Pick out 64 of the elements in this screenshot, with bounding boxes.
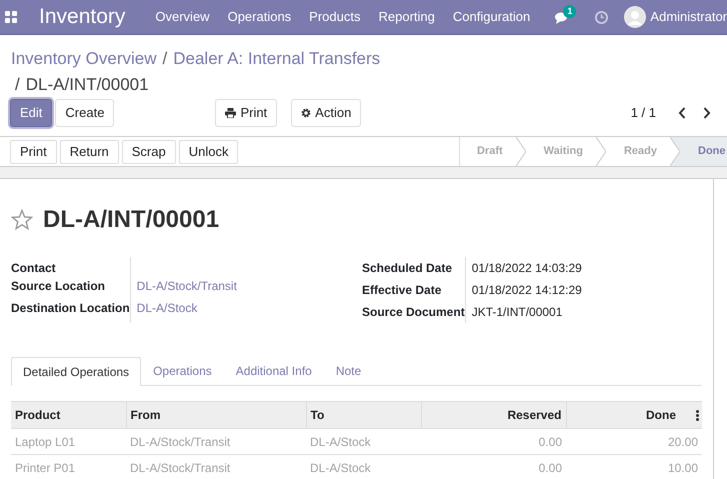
- field-link[interactable]: DL-A/Stock/Transit: [136, 277, 237, 295]
- user-name[interactable]: Administrator: [650, 7, 727, 27]
- menu-item[interactable]: Configuration: [452, 7, 530, 27]
- header-button[interactable]: Return: [60, 140, 119, 164]
- column-header[interactable]: From: [126, 402, 306, 428]
- menu-item[interactable]: Operations: [228, 7, 292, 27]
- table-cell: 10.00: [566, 454, 702, 479]
- app-name[interactable]: Inventory: [39, 1, 126, 33]
- table-cell: 0.00: [421, 428, 566, 454]
- tab[interactable]: Additional Info: [224, 357, 324, 385]
- breadcrumb-link[interactable]: Dealer A: Internal Transfers: [173, 47, 380, 71]
- column-header[interactable]: Reserved: [421, 402, 566, 428]
- star-icon[interactable]: [11, 209, 33, 231]
- field-label: Source Document: [362, 304, 465, 321]
- action-button[interactable]: Action: [291, 99, 362, 127]
- count-badge: 1: [563, 5, 576, 18]
- breadcrumb-separator: /: [162, 48, 168, 70]
- field-label: Scheduled Date: [362, 260, 452, 277]
- breadcrumb-current: DL-A/INT/00001: [26, 74, 149, 96]
- field-label: Destination Location: [11, 300, 130, 317]
- field-label: Contact: [11, 260, 56, 277]
- breadcrumb-separator: /: [15, 74, 20, 96]
- column-header-label: Done: [646, 407, 676, 424]
- table-cell: 20.00: [566, 428, 702, 454]
- header-button[interactable]: Scrap: [122, 140, 176, 164]
- field-value: 01/18/2022 14:03:29: [472, 260, 582, 277]
- avatar-icon[interactable]: [624, 6, 646, 28]
- field-label: Source Location: [11, 278, 106, 295]
- column-header[interactable]: Product: [11, 402, 126, 428]
- status-step[interactable]: Done: [670, 137, 727, 166]
- field-value: JKT-1/INT/00001: [472, 304, 562, 321]
- print-button[interactable]: Print: [215, 99, 278, 127]
- menu-item[interactable]: Reporting: [378, 7, 435, 27]
- edit-button[interactable]: Edit: [10, 99, 52, 127]
- table-cell: 0.00: [421, 454, 566, 479]
- header-button[interactable]: Print: [10, 140, 57, 164]
- pager-value: 1 / 1: [630, 104, 656, 122]
- breadcrumb-link[interactable]: Inventory Overview: [11, 47, 156, 71]
- apps-menu-icon[interactable]: [5, 11, 17, 23]
- table-cell: Laptop L01: [11, 428, 126, 454]
- clock-icon[interactable]: [595, 10, 608, 24]
- menu-item[interactable]: Overview: [155, 7, 210, 27]
- header-button[interactable]: Unlock: [178, 140, 238, 164]
- printer-icon: [225, 108, 236, 118]
- table-cell: DL-A/Stock: [306, 454, 421, 479]
- table-cell: DL-A/Stock: [306, 428, 421, 454]
- field-value: 01/18/2022 14:12:29: [472, 282, 582, 299]
- more-options-icon[interactable]: [696, 410, 699, 420]
- create-button[interactable]: Create: [55, 99, 114, 127]
- menu-item[interactable]: Products: [309, 7, 360, 27]
- table-cell: DL-A/Stock/Transit: [126, 428, 306, 454]
- record-title: DL-A/INT/00001: [43, 205, 220, 235]
- gear-icon: [301, 108, 312, 118]
- field-label: Effective Date: [362, 282, 442, 299]
- tab[interactable]: Detailed Operations: [11, 357, 142, 386]
- previous-icon[interactable]: [678, 107, 686, 119]
- table-cell: Printer P01: [11, 454, 126, 479]
- tab[interactable]: Operations: [141, 357, 224, 385]
- column-header[interactable]: To: [306, 402, 421, 428]
- field-link[interactable]: DL-A/Stock: [136, 299, 198, 317]
- column-header[interactable]: Done: [566, 402, 702, 428]
- tab[interactable]: Note: [324, 357, 374, 385]
- table-cell: DL-A/Stock/Transit: [126, 454, 306, 479]
- next-icon[interactable]: [703, 107, 711, 119]
